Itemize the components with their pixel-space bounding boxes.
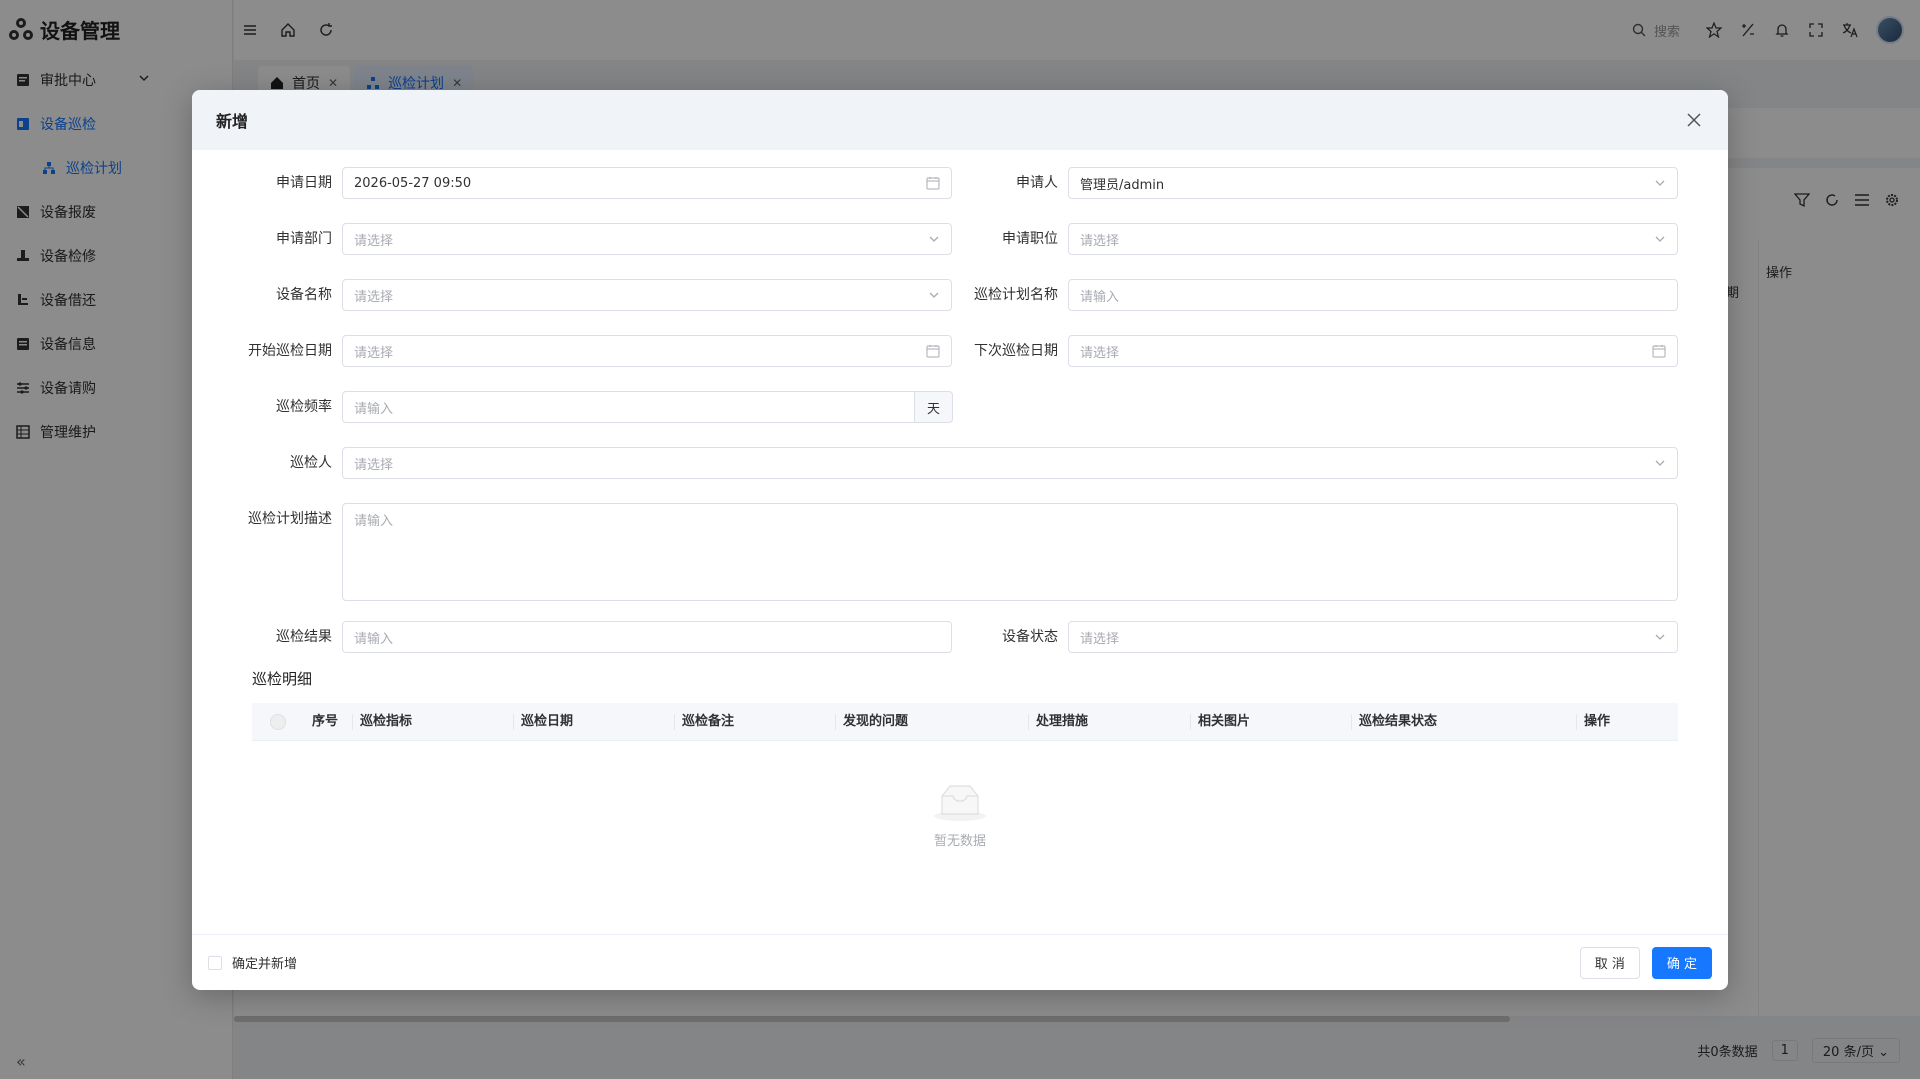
confirm-add-checkbox[interactable] — [208, 955, 222, 970]
frequency-unit: 天 — [915, 391, 953, 423]
dialog-title: 新增 — [216, 112, 249, 131]
description-textarea[interactable]: 请输入 — [342, 503, 1678, 601]
column-divider — [513, 714, 514, 730]
column-header: 巡检指标 — [360, 714, 413, 729]
next-date-picker[interactable]: 请选择 — [1068, 335, 1678, 367]
column-header: 巡检结果状态 — [1359, 714, 1438, 729]
close-button[interactable] — [1684, 110, 1704, 130]
device-name-placeholder: 请选择 — [354, 289, 394, 305]
dialog-footer: 确定并新增 取 消 确 定 — [192, 934, 1728, 990]
apply-dept-select[interactable]: 请选择 — [342, 223, 952, 255]
column-header: 巡检备注 — [682, 714, 735, 729]
next-date-placeholder: 请选择 — [1080, 345, 1120, 361]
column-divider — [1028, 714, 1029, 730]
column-divider — [674, 714, 675, 730]
apply-post-placeholder: 请选择 — [1080, 233, 1120, 249]
column-header: 处理措施 — [1036, 714, 1089, 729]
apply-dept-label: 申请部门 — [276, 231, 332, 247]
device-name-select[interactable]: 请选择 — [342, 279, 952, 311]
plan-name-input[interactable]: 请输入 — [1068, 279, 1678, 311]
cancel-button[interactable]: 取 消 — [1579, 946, 1640, 979]
detail-empty-state: 暂无数据 — [192, 782, 1728, 849]
column-divider — [835, 714, 836, 730]
column-divider — [1351, 714, 1352, 730]
empty-box-icon — [934, 785, 986, 821]
calendar-icon — [926, 345, 940, 358]
start-date-picker[interactable]: 请选择 — [342, 335, 952, 367]
frequency-input[interactable]: 请输入 — [342, 391, 915, 423]
chevron-down-icon — [929, 292, 939, 298]
applicant-value: 管理员/admin — [1080, 177, 1165, 193]
apply-post-select[interactable]: 请选择 — [1068, 223, 1678, 255]
description-placeholder: 请输入 — [354, 514, 394, 529]
chevron-down-icon — [1655, 180, 1665, 186]
detail-table-header: 序号 巡检指标 巡检日期 巡检备注 发现的问题 处理措施 相关图片 巡检结果状态 操作 — [252, 703, 1678, 741]
column-header: 相关图片 — [1198, 714, 1251, 729]
description-label: 巡检计划描述 — [248, 511, 332, 527]
inspector-placeholder: 请选择 — [354, 457, 394, 473]
dialog-header: 新增 — [192, 90, 1728, 150]
close-icon — [1687, 113, 1701, 127]
frequency-placeholder: 请输入 — [354, 401, 394, 417]
chevron-down-icon — [1655, 236, 1665, 242]
device-status-label: 设备状态 — [1002, 629, 1058, 645]
column-header: 发现的问题 — [843, 714, 909, 729]
applicant-label: 申请人 — [1016, 175, 1058, 191]
empty-text: 暂无数据 — [933, 834, 986, 849]
inspector-select[interactable]: 请选择 — [342, 447, 1678, 479]
column-header: 序号 — [312, 714, 339, 729]
column-header: 操作 — [1584, 714, 1611, 729]
plan-name-label: 巡检计划名称 — [974, 287, 1058, 303]
ok-button[interactable]: 确 定 — [1651, 946, 1712, 979]
applicant-select[interactable]: 管理员/admin — [1068, 167, 1678, 199]
column-header: 巡检日期 — [521, 714, 574, 729]
add-dialog: 新增 申请日期 2026-05-27 09:50 申请人 管理员/admin 申… — [192, 90, 1728, 990]
column-divider — [1190, 714, 1191, 730]
detail-section-title: 巡检明细 — [252, 670, 313, 688]
chevron-down-icon — [1655, 460, 1665, 466]
calendar-icon — [926, 177, 940, 190]
calendar-icon — [1652, 345, 1666, 358]
inspector-label: 巡检人 — [290, 455, 332, 471]
apply-dept-placeholder: 请选择 — [354, 233, 394, 249]
chevron-down-icon — [1655, 634, 1665, 640]
next-date-label: 下次巡检日期 — [974, 343, 1058, 359]
result-label: 巡检结果 — [276, 629, 332, 645]
result-placeholder: 请输入 — [354, 631, 394, 647]
start-date-label: 开始巡检日期 — [248, 343, 332, 359]
confirm-add-label: 确定并新增 — [232, 957, 298, 972]
apply-date-value: 2026-05-27 09:50 — [354, 175, 472, 191]
apply-post-label: 申请职位 — [1002, 231, 1058, 247]
column-divider — [1576, 714, 1577, 730]
device-status-select[interactable]: 请选择 — [1068, 621, 1678, 653]
chevron-down-icon — [929, 236, 939, 242]
apply-date-picker[interactable]: 2026-05-27 09:50 — [342, 167, 952, 199]
start-date-placeholder: 请选择 — [354, 345, 394, 361]
apply-date-label: 申请日期 — [276, 175, 332, 191]
column-divider — [352, 714, 353, 730]
result-input[interactable]: 请输入 — [342, 621, 952, 653]
device-status-placeholder: 请选择 — [1080, 631, 1120, 647]
select-all-checkbox[interactable] — [270, 714, 286, 730]
frequency-label: 巡检频率 — [276, 399, 332, 415]
device-name-label: 设备名称 — [276, 287, 332, 303]
plan-name-placeholder: 请输入 — [1080, 289, 1120, 305]
dialog-form: 申请日期 2026-05-27 09:50 申请人 管理员/admin 申请部门… — [192, 150, 1728, 990]
